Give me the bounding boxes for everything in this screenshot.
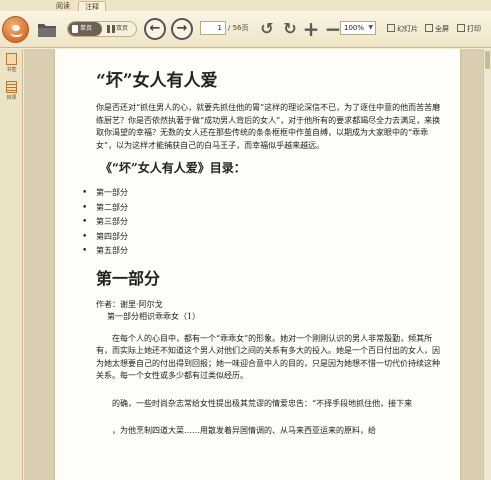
sidebar-item-bookmarks[interactable]: 书签 <box>1 53 22 73</box>
toc-item[interactable]: 第一部分 <box>78 186 441 201</box>
double-page-button[interactable]: 双页 <box>104 22 136 36</box>
toc-icon <box>6 81 17 93</box>
slides-label: 幻灯片 <box>397 25 418 33</box>
vertical-scrollbar[interactable] <box>483 49 491 480</box>
toc-item[interactable]: 第二部分 <box>78 201 441 216</box>
body-paragraph: ，为他烹制四道大菜……用散发着异国情调的、从马来西亚运来的原料，给 <box>112 426 376 435</box>
body-paragraph: 的确，一些时尚杂志常给女性提出极其荒谬的情爱忠告：“不择手段地抓住他，接下来 <box>112 398 413 408</box>
document-page: “坏”女人有人爱 你是否还对“抓住男人的心，就要先抓住他的胃”这样的理论深信不已… <box>55 49 460 480</box>
sidebar-item-toc[interactable]: 目录 <box>1 81 22 101</box>
bookmark-icon <box>6 53 17 65</box>
double-page-label: 双页 <box>116 25 129 32</box>
page-total: / 56页 <box>228 24 249 32</box>
slides-icon <box>387 24 395 32</box>
plus-icon[interactable]: + <box>302 19 320 39</box>
single-page-label: 单页 <box>80 25 93 32</box>
toc-item[interactable]: 第四部分 <box>78 230 441 245</box>
toc-heading: 《“坏”女人有人爱》目录： <box>100 161 246 175</box>
arrow-left-icon[interactable]: ← <box>144 18 166 40</box>
part-title: 第一部分 <box>96 268 161 288</box>
page-content: “坏”女人有人爱 你是否还对“抓住男人的心，就要先抓住他的胃”这样的理论深信不已… <box>82 69 441 438</box>
fullscreen-icon <box>425 24 433 32</box>
intro-paragraph: 你是否还对“抓住男人的心，就要先抓住他的胃”这样的理论深信不已，为了逐住中意的他… <box>96 103 441 150</box>
body-paragraph: 在每个人的心目中，都有一个“乖乖女”的形象。她对一个刚刚认识的男人非常殷勤，倾其… <box>96 333 440 381</box>
section-subtitle: 第一部分相识乖乖女（1） <box>107 311 201 321</box>
author-line: 作者：谢里·阿尔戈 <box>96 299 163 309</box>
toc-list: 第一部分 第二部分 第三部分 第四部分 第五部分 <box>78 186 441 259</box>
toc-item[interactable]: 第三部分 <box>78 215 441 230</box>
rotate-right-icon[interactable]: ↻ <box>281 20 299 38</box>
toc-item[interactable]: 第五部分 <box>78 244 441 259</box>
zoom-value: 100% <box>344 24 365 32</box>
sidebar-item-label: 目录 <box>6 95 17 101</box>
document-title: “坏”女人有人爱 <box>96 71 218 91</box>
rotate-left-icon[interactable]: ↺ <box>258 20 276 38</box>
tab-bar: 阅读 注释 <box>0 0 491 11</box>
single-page-button[interactable]: 单页 <box>68 22 102 36</box>
sidebar-item-label: 书签 <box>6 67 17 73</box>
zoom-select[interactable]: 100% ▼ <box>340 21 376 35</box>
arrow-right-icon[interactable]: → <box>171 18 193 40</box>
print-button[interactable]: 打印 <box>457 23 481 35</box>
app-logo-icon[interactable] <box>2 16 29 43</box>
document-viewport[interactable]: “坏”女人有人爱 你是否还对“抓住男人的心，就要先抓住他的胃”这样的理论深信不已… <box>24 49 483 480</box>
single-page-icon <box>72 25 78 33</box>
print-label: 打印 <box>467 25 481 33</box>
tab-notes[interactable]: 注释 <box>78 1 106 11</box>
scrollbar-thumb[interactable] <box>485 51 490 69</box>
page-number-input[interactable]: 1 <box>200 21 226 35</box>
chevron-down-icon: ▼ <box>368 24 373 31</box>
slides-button[interactable]: 幻灯片 <box>387 23 418 35</box>
print-icon <box>457 24 465 32</box>
sidebar: 书签 目录 <box>0 49 23 480</box>
double-page-icon <box>107 25 115 33</box>
view-mode-toggle: 单页 双页 <box>67 21 137 37</box>
folder-icon[interactable] <box>37 20 57 38</box>
fullscreen-button[interactable]: 全屏 <box>425 23 449 35</box>
tab-reading[interactable]: 阅读 <box>50 1 76 11</box>
fullscreen-label: 全屏 <box>435 25 449 33</box>
toolbar: 单页 双页 ← → 1 / 56页 ↺ ↻ + − 100% ▼ 幻灯片 全屏 … <box>0 11 491 48</box>
